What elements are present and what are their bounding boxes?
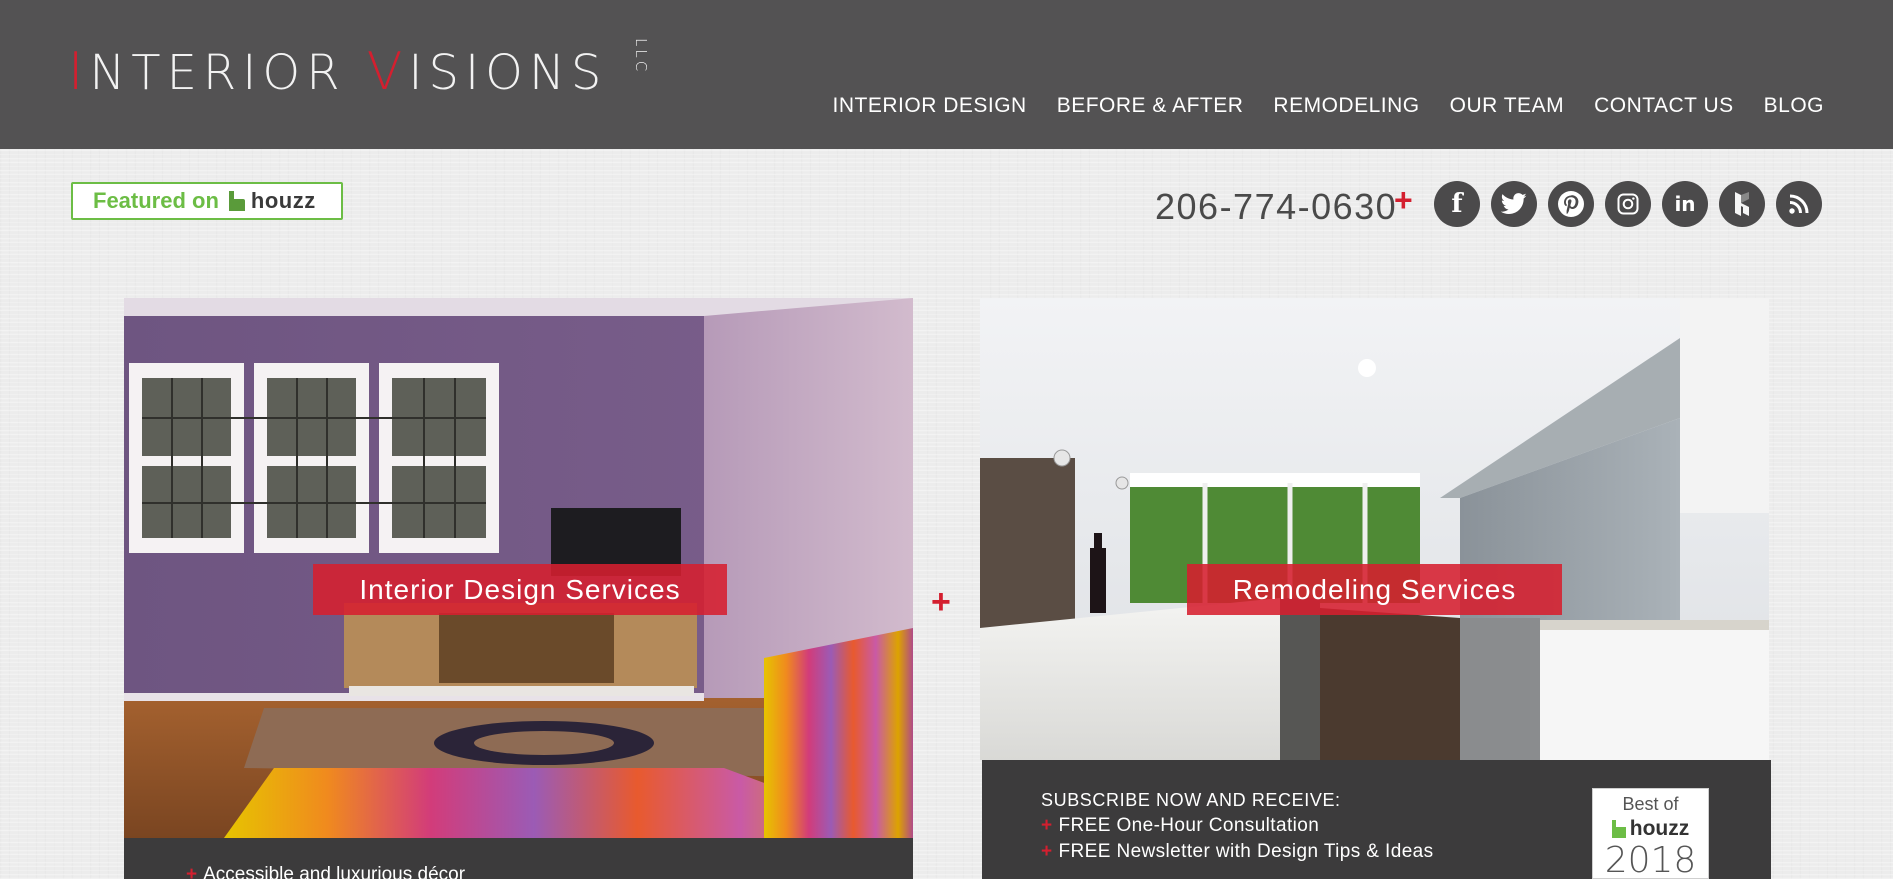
plus-bullet: +: [1041, 841, 1053, 862]
featured-on-houzz-badge[interactable]: Featured on houzz: [71, 182, 343, 220]
nav-contact-us[interactable]: CONTACT US: [1594, 94, 1734, 118]
featured-on-text: Featured on: [93, 188, 219, 213]
twitter-bird-glyph: [1501, 193, 1527, 214]
houzz-row: houzz: [1593, 817, 1708, 841]
nav-our-team[interactable]: OUR TEAM: [1450, 94, 1564, 118]
houzz-icon[interactable]: [1719, 181, 1765, 227]
linkedin-icon[interactable]: in: [1662, 181, 1708, 227]
nav-interior-design[interactable]: INTERIOR DESIGN: [833, 94, 1027, 118]
houzz-glyph: [1735, 192, 1749, 216]
logo-text-nterior: NTERIOR: [89, 45, 367, 101]
logo-initial-i: I: [68, 42, 90, 102]
list-item: + FREE One-Hour Consultation: [1041, 815, 1319, 837]
list-item-text: FREE One-Hour Consultation: [1058, 815, 1320, 836]
facebook-icon[interactable]: f: [1434, 181, 1480, 227]
twitter-icon[interactable]: [1491, 181, 1537, 227]
list-item: + Accessible and luxurious décor: [186, 864, 465, 879]
phone-number[interactable]: 206-774-0630: [1155, 186, 1397, 228]
logo-initial-v: V: [366, 42, 409, 102]
award-year: 2018: [1604, 840, 1697, 879]
houzz-wordmark: houzz: [250, 188, 316, 213]
best-of-text: Best of: [1622, 794, 1679, 814]
list-item: + FREE Newsletter with Design Tips & Idea…: [1041, 841, 1434, 863]
instagram-icon[interactable]: [1605, 181, 1651, 227]
subscribe-title: SUBSCRIBE NOW AND RECEIVE:: [1041, 790, 1341, 810]
interior-design-panel: + Accessible and luxurious décor: [124, 838, 913, 879]
kitchen-image: [980, 298, 1769, 760]
plus-separator-mid: +: [931, 583, 951, 621]
facebook-glyph: f: [1451, 189, 1463, 219]
best-of-houzz-badge[interactable]: Best of houzz 2018: [1592, 788, 1709, 879]
interior-design-services-label[interactable]: Interior Design Services: [313, 564, 727, 615]
social-links: f in: [1434, 181, 1822, 227]
houzz-logo-icon: [1611, 820, 1626, 838]
pinterest-glyph: [1558, 191, 1584, 217]
nav-before-after[interactable]: BEFORE & AFTER: [1057, 94, 1244, 118]
rss-glyph: [1789, 194, 1809, 214]
site-header: INTERIOR VISIONS LLC INTERIOR DESIGN BEFO…: [0, 0, 1893, 149]
plus-separator: +: [1394, 182, 1413, 218]
rss-icon[interactable]: [1776, 181, 1822, 227]
logo-text-isions: ISIONS: [408, 45, 608, 101]
list-item-text: Accessible and luxurious décor: [203, 864, 466, 879]
pinterest-icon[interactable]: [1548, 181, 1594, 227]
instagram-glyph: [1617, 193, 1639, 215]
nav-remodeling[interactable]: REMODELING: [1273, 94, 1419, 118]
linkedin-glyph: in: [1674, 192, 1696, 216]
main-nav: INTERIOR DESIGN BEFORE & AFTER REMODELIN…: [803, 94, 1824, 118]
remodeling-photo[interactable]: [980, 298, 1769, 760]
plus-bullet: +: [186, 864, 198, 879]
remodeling-services-label[interactable]: Remodeling Services: [1187, 564, 1562, 615]
houzz-wordmark: houzz: [1629, 817, 1690, 840]
houzz-logo-icon: [228, 191, 245, 211]
plus-bullet: +: [1041, 815, 1053, 836]
subscribe-panel: SUBSCRIBE NOW AND RECEIVE: + FREE One-Hou…: [982, 760, 1771, 879]
nav-blog[interactable]: BLOG: [1764, 94, 1824, 118]
logo-suffix-llc: LLC: [632, 38, 651, 75]
list-item-text: FREE Newsletter with Design Tips & Ideas: [1058, 841, 1434, 862]
site-logo[interactable]: INTERIOR VISIONS LLC: [68, 38, 650, 101]
